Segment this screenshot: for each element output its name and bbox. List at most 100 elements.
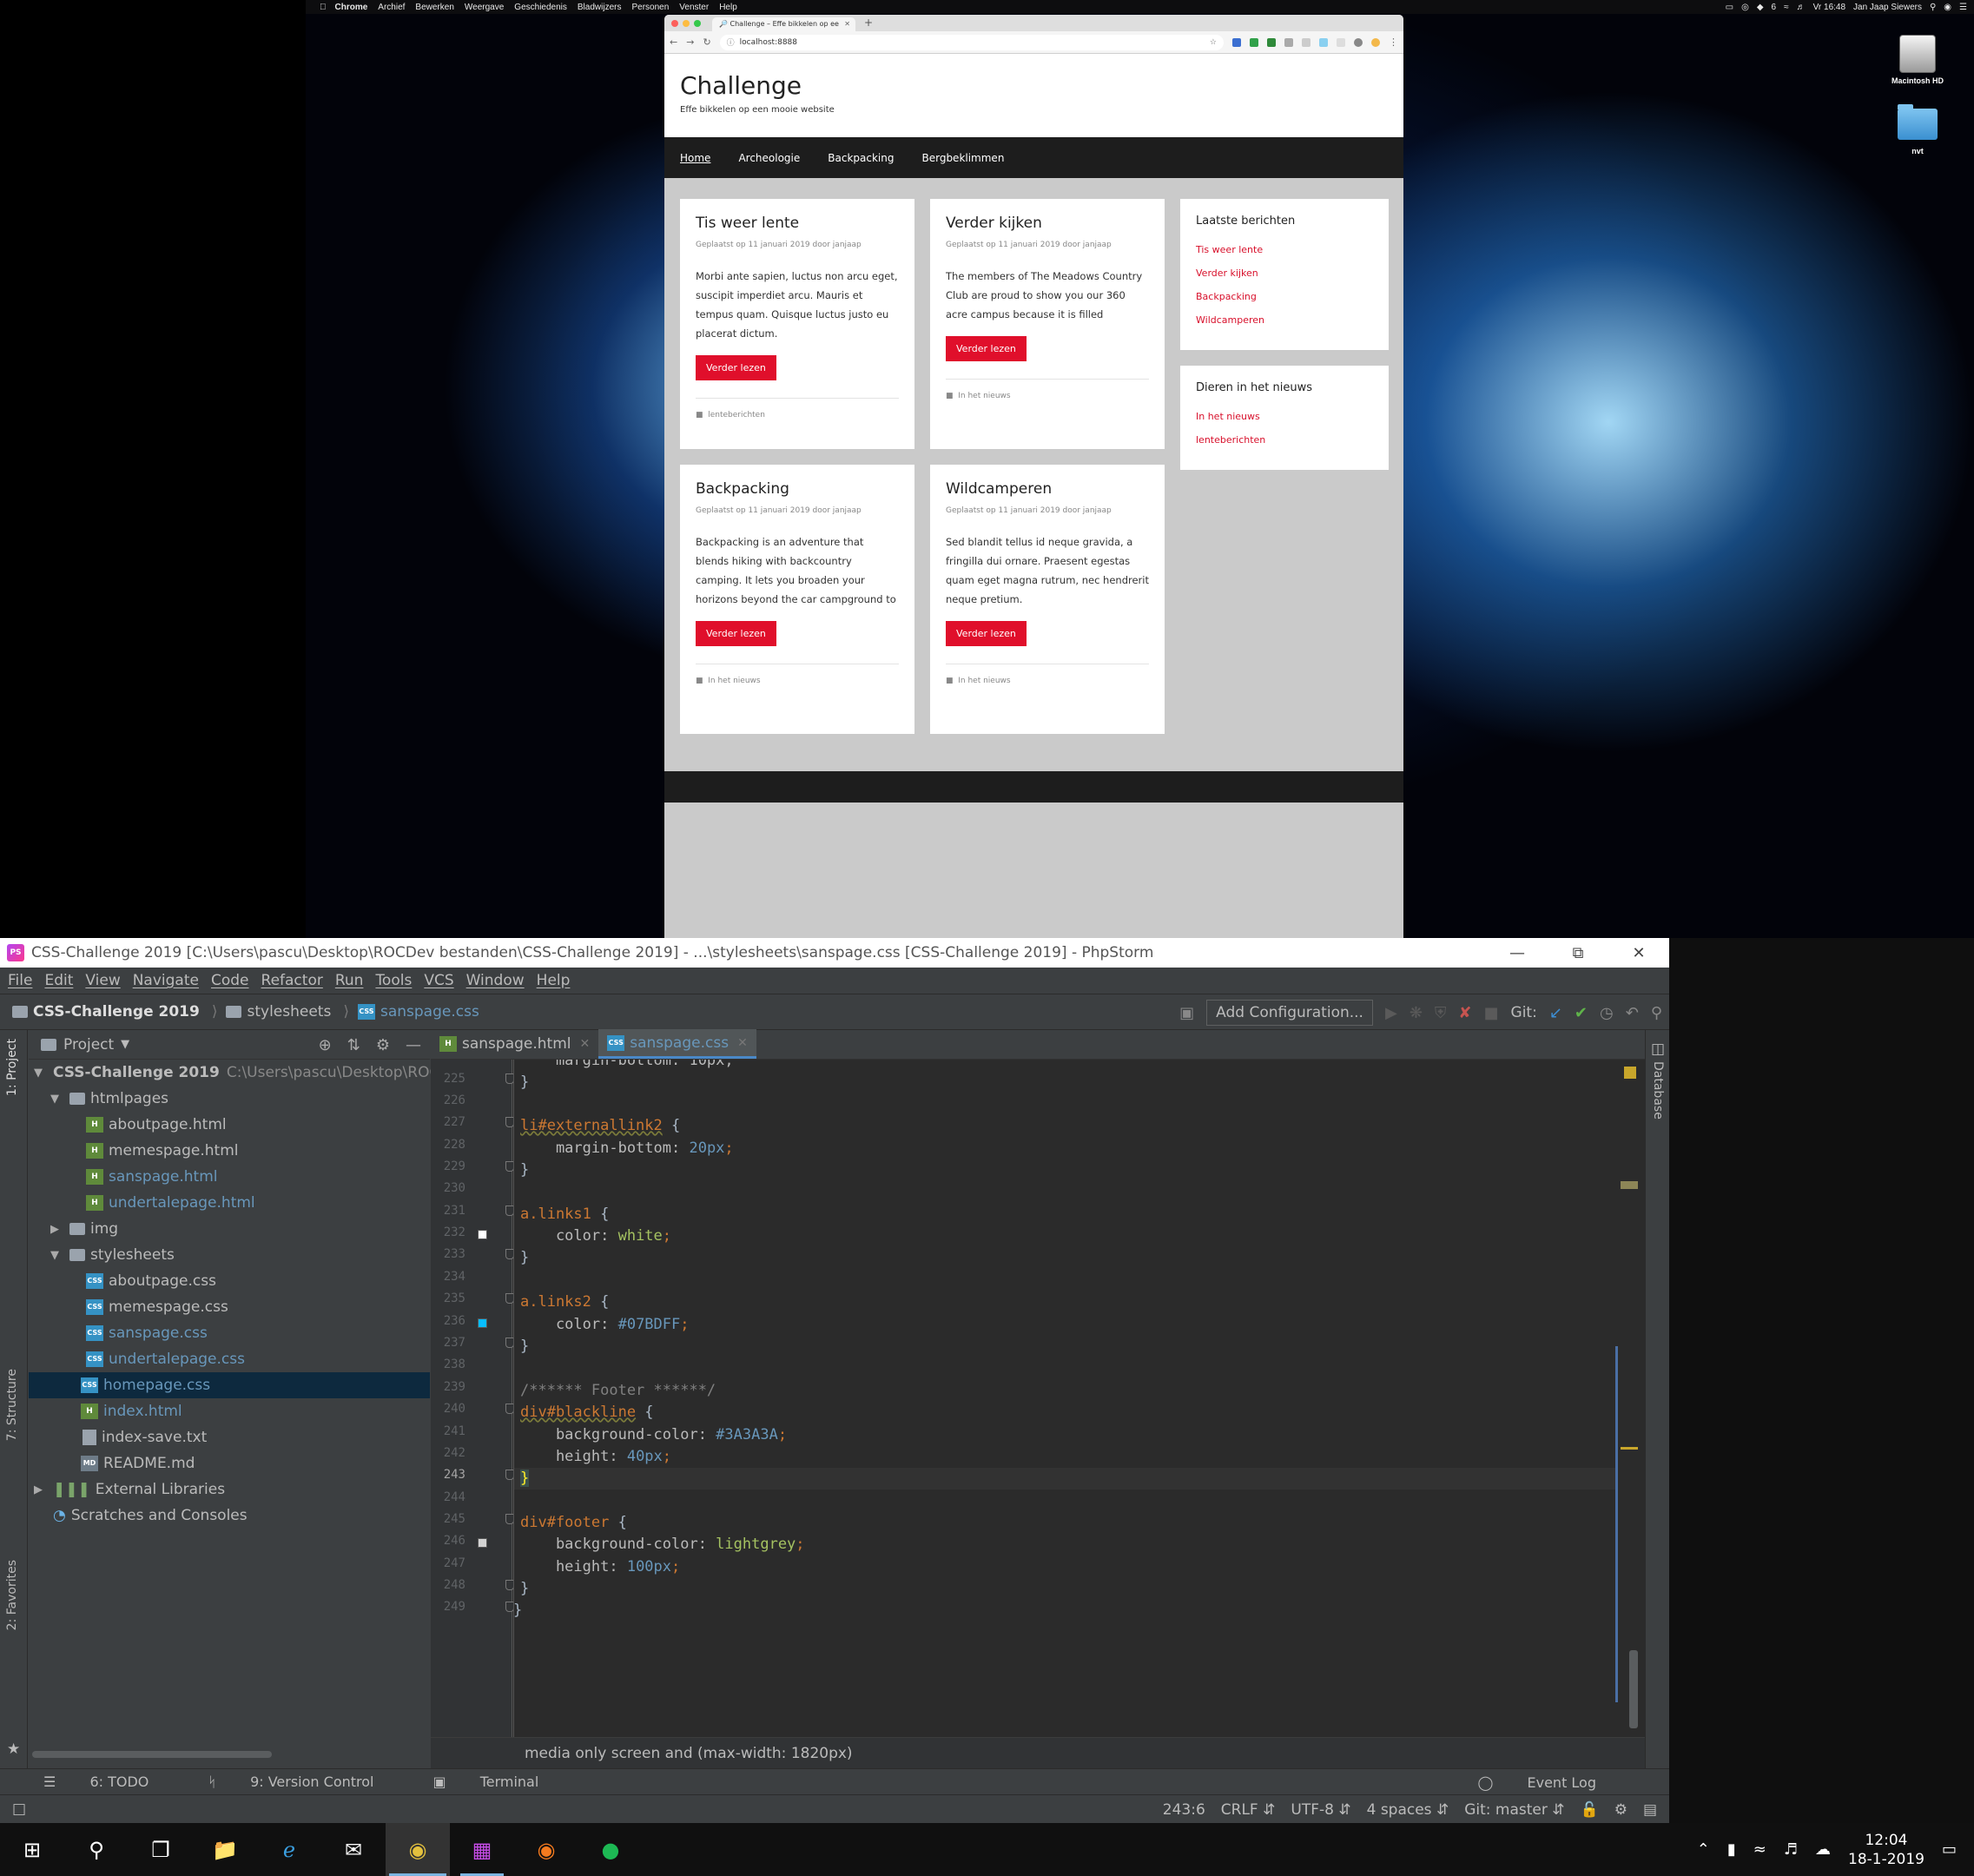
- task-view-icon[interactable]: ❐: [129, 1823, 193, 1876]
- menu-file[interactable]: File: [8, 972, 32, 989]
- extension-icon[interactable]: [1284, 37, 1293, 47]
- tool-tab-database[interactable]: Database: [1651, 1061, 1665, 1120]
- editor-breadcrumb-text[interactable]: media only screen and (max-width: 1820px…: [525, 1745, 853, 1762]
- run-icon[interactable]: ▶: [1385, 1004, 1397, 1022]
- tool-tab-structure[interactable]: 7: Structure: [5, 1369, 19, 1441]
- post-category[interactable]: ■ In het nieuws: [946, 677, 1149, 685]
- revert-icon[interactable]: ↶: [1626, 1004, 1639, 1022]
- menu-tools[interactable]: Tools: [375, 972, 412, 989]
- wifi-icon[interactable]: ≈: [1784, 3, 1789, 12]
- close-tab-icon[interactable]: ✕: [737, 1036, 748, 1050]
- info-icon[interactable]: ⓘ: [727, 36, 735, 48]
- history-icon[interactable]: ◷: [1600, 1004, 1614, 1022]
- color-swatch-blue[interactable]: [478, 1318, 487, 1328]
- spotify-icon[interactable]: ●: [578, 1823, 643, 1876]
- dropbox-icon[interactable]: ◆: [1757, 3, 1764, 12]
- git-update-icon[interactable]: ↙: [1549, 1004, 1562, 1022]
- notification-center-icon[interactable]: ☰: [1959, 3, 1967, 12]
- sync-icon[interactable]: ◎: [1741, 3, 1749, 12]
- menubar-item-weergave[interactable]: Weergave: [465, 3, 504, 12]
- tool-tab-favorites[interactable]: 2: Favorites: [5, 1560, 19, 1630]
- site-title[interactable]: Challenge: [680, 71, 1403, 100]
- menubar-app-name[interactable]: Chrome: [335, 3, 368, 12]
- menu-window[interactable]: Window: [466, 972, 525, 989]
- chevron-right-icon[interactable]: ▶: [34, 1483, 48, 1496]
- tree-file-selected[interactable]: CSS homepage.css: [29, 1372, 430, 1398]
- widget-link[interactable]: Backpacking: [1196, 285, 1373, 308]
- airplay-icon[interactable]: ▭: [1726, 3, 1733, 12]
- post-title[interactable]: Verder kijken: [946, 215, 1149, 232]
- tree-file[interactable]: Hundertalepage.html: [29, 1190, 430, 1216]
- event-log[interactable]: ◯ Event Log: [1478, 1769, 1627, 1795]
- tree-file[interactable]: Hindex.html: [29, 1398, 430, 1424]
- editor-tab-sanspage-css[interactable]: CSS sanspage.css ✕: [598, 1029, 756, 1059]
- tree-scratches[interactable]: ◔ Scratches and Consoles: [29, 1503, 430, 1529]
- restore-icon[interactable]: ⧉: [1548, 938, 1608, 968]
- tool-tab-version-control[interactable]: ᛋ 9: Version Control: [208, 1774, 403, 1790]
- tree-file[interactable]: CSS undertalepage.css: [29, 1346, 430, 1372]
- search-icon[interactable]: ⚲: [64, 1823, 129, 1876]
- menubar-item-personen[interactable]: Personen: [631, 3, 669, 12]
- nav-link-home[interactable]: Home: [680, 152, 710, 164]
- extension-icon[interactable]: [1232, 37, 1241, 47]
- nav-link-backpacking[interactable]: Backpacking: [828, 152, 894, 164]
- coverage-icon[interactable]: ⛨: [1435, 1004, 1447, 1022]
- read-more-button[interactable]: Verder lezen: [946, 621, 1027, 646]
- read-more-button[interactable]: Verder lezen: [696, 355, 776, 380]
- action-center-icon[interactable]: ▭: [1942, 1840, 1957, 1859]
- apple-icon[interactable]: : [320, 3, 327, 12]
- menu-code[interactable]: Code: [211, 972, 249, 989]
- menu-refactor[interactable]: Refactor: [261, 972, 323, 989]
- phpstorm-icon[interactable]: ▦: [450, 1823, 514, 1876]
- tree-folder-htmlpages[interactable]: ▼ htmlpages: [29, 1086, 430, 1112]
- spotlight-icon[interactable]: ⚲: [1930, 3, 1936, 12]
- widget-link[interactable]: lenteberichten: [1196, 428, 1373, 452]
- code-area[interactable]: margin-bottom: 10px; } li#externallink2 …: [513, 1060, 1615, 1737]
- file-encoding[interactable]: UTF-8 ⇵: [1291, 1801, 1350, 1819]
- tree-folder-stylesheets[interactable]: ▼ stylesheets: [29, 1242, 430, 1268]
- profiler-icon[interactable]: ✘: [1458, 1004, 1471, 1022]
- back-icon[interactable]: ←: [670, 36, 677, 48]
- taskbar-clock[interactable]: 12:04 18-1-2019: [1848, 1831, 1924, 1869]
- bookmark-star-icon[interactable]: ☆: [1210, 38, 1217, 47]
- menubar-item-bladwijzers[interactable]: Bladwijzers: [578, 3, 622, 12]
- chevron-down-icon[interactable]: ▼: [50, 1249, 64, 1262]
- extension-icon[interactable]: [1337, 37, 1345, 47]
- chrome-icon[interactable]: ◉: [386, 1823, 450, 1876]
- gear-icon[interactable]: ⚙: [376, 1036, 390, 1054]
- close-icon[interactable]: ✕: [1608, 938, 1669, 968]
- hector-icon[interactable]: ⚙: [1614, 1801, 1627, 1819]
- search-everywhere-icon[interactable]: ⚲: [1651, 1004, 1662, 1022]
- minimize-window-icon[interactable]: [683, 20, 690, 27]
- tool-tab-todo[interactable]: ☰ 6: TODO: [43, 1774, 178, 1790]
- debug-icon[interactable]: ❋: [1410, 1004, 1423, 1022]
- menubar-item-geschiedenis[interactable]: Geschiedenis: [514, 3, 567, 12]
- menubar-item-venster[interactable]: Venster: [679, 3, 709, 12]
- editor-scrollbar[interactable]: [1615, 1060, 1645, 1737]
- notification-count[interactable]: 6: [1772, 3, 1777, 12]
- menu-run[interactable]: Run: [335, 972, 364, 989]
- tree-file[interactable]: CSS sanspage.css: [29, 1320, 430, 1346]
- menubar-item-archief[interactable]: Archief: [378, 3, 405, 12]
- chevron-down-icon[interactable]: ▼: [34, 1067, 43, 1080]
- address-bar[interactable]: ⓘ localhost:8888 ☆: [719, 34, 1224, 50]
- stop-icon[interactable]: ■: [1484, 1004, 1499, 1022]
- warning-indicator-icon[interactable]: [1624, 1067, 1636, 1079]
- git-commit-icon[interactable]: ✔: [1575, 1004, 1588, 1022]
- project-view-label[interactable]: Project: [63, 1036, 114, 1054]
- menu-help[interactable]: Help: [537, 972, 571, 989]
- tree-file[interactable]: index-save.txt: [29, 1424, 430, 1450]
- menu-view[interactable]: View: [85, 972, 120, 989]
- error-stripe-mark[interactable]: [1621, 1447, 1638, 1450]
- battery-icon[interactable]: ▮: [1727, 1840, 1736, 1859]
- widget-link[interactable]: Tis weer lente: [1196, 238, 1373, 261]
- profile-avatar-icon[interactable]: [1371, 37, 1380, 47]
- lock-icon[interactable]: 🔓: [1581, 1801, 1599, 1819]
- minimize-icon[interactable]: —: [1487, 938, 1548, 968]
- maximize-window-icon[interactable]: [694, 20, 701, 27]
- post-category[interactable]: ■ In het nieuws: [696, 677, 899, 685]
- tree-root[interactable]: ▼ CSS-Challenge 2019 C:\Users\pascu\Deskto…: [29, 1060, 439, 1086]
- file-explorer-icon[interactable]: 📁: [193, 1823, 257, 1876]
- color-swatch-lightgrey[interactable]: [478, 1538, 487, 1548]
- color-swatch-white[interactable]: [478, 1230, 487, 1239]
